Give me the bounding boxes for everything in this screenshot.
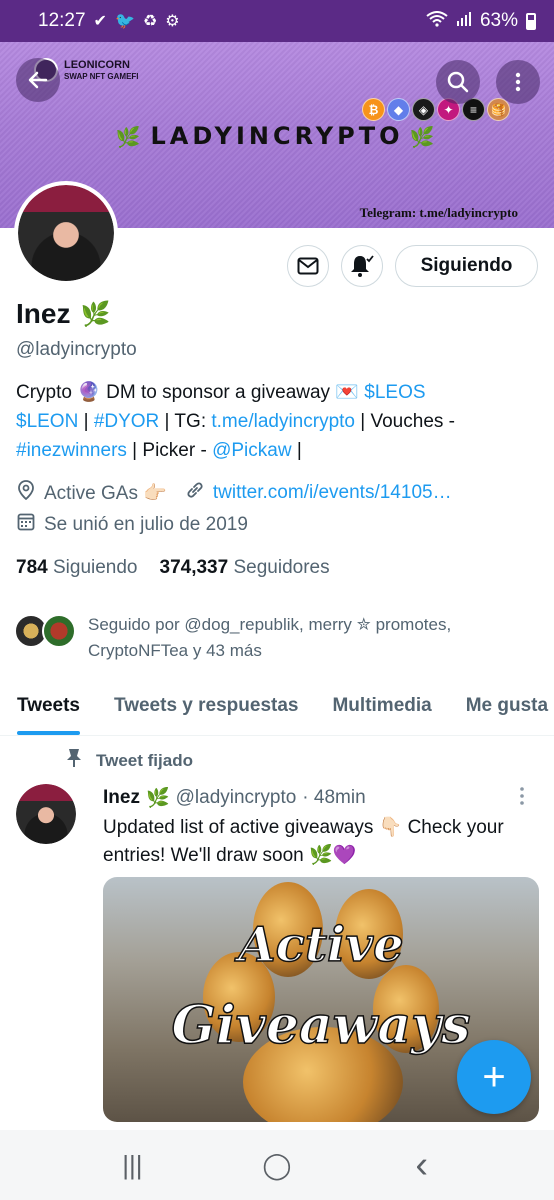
leaf-emoji-icon: 🌿	[80, 300, 111, 328]
profile-joined-date: Se unió en julio de 2019	[44, 513, 248, 535]
profile-handle: @ladyincrypto	[16, 339, 137, 360]
followed-by-avatars	[14, 612, 78, 648]
profile-meta-row: Se unió en julio de 2019	[16, 513, 248, 536]
followers-label: Seguidores	[233, 557, 330, 578]
tweet-author-handle: @ladyincrypto	[175, 787, 297, 808]
profile-stats: 784 Siguiendo 374,337 Seguidores	[16, 557, 330, 579]
profile-location: Active GAs 👉🏻	[44, 482, 167, 504]
mail-icon	[297, 257, 319, 275]
search-button[interactable]	[436, 60, 480, 104]
tweet-timestamp: · 48min	[302, 787, 366, 808]
tweet-text: Updated list of active giveaways 👇🏻 Chec…	[103, 817, 504, 866]
profile-tabs: Tweets Tweets y respuestas Multimedia Me…	[0, 676, 554, 736]
bell-check-icon	[351, 255, 374, 277]
tab-likes[interactable]: Me gusta	[449, 676, 554, 735]
crypto-coin-icon: 🥞	[487, 98, 510, 121]
back-button[interactable]	[16, 58, 60, 102]
avatar-image	[16, 784, 76, 844]
notifications-button[interactable]	[341, 245, 383, 287]
crypto-coin-icon: ◈	[412, 98, 435, 121]
location-pin-icon	[16, 480, 36, 505]
leaf-icon: 🌿	[115, 125, 145, 149]
twitter-icon: 🐦	[114, 13, 135, 30]
following-count: 784	[16, 557, 48, 578]
profile-display-name: Inez 🌿	[16, 298, 110, 330]
search-icon	[447, 71, 469, 93]
profile-meta-row: Active GAs 👉🏻 twitter.com/i/events/14105…	[16, 480, 452, 505]
coin-icons: ₿ ◆ ◈ ✦ ≡ 🥞	[362, 98, 510, 121]
followers-count-link[interactable]: 374,337 Seguidores	[160, 557, 330, 579]
banner-telegram: Telegram: t.me/ladyincrypto	[359, 205, 518, 220]
media-caption-line1: Active	[238, 916, 405, 974]
profile-bio: Crypto 🔮 DM to sponsor a giveaway 💌 $LEO…	[16, 378, 541, 465]
status-bar: 12:27 ✔ 🐦 ♻ ⚙ 63%	[0, 0, 554, 42]
pinned-label-text: Tweet fijado	[96, 750, 193, 770]
back-nav-button[interactable]: ‹	[392, 1144, 452, 1187]
bio-text: | Picker -	[126, 440, 213, 461]
tweet-more-button[interactable]	[518, 786, 526, 806]
bio-text: | TG:	[159, 411, 212, 432]
following-button[interactable]: Siguiendo	[395, 245, 538, 287]
profile-name-text: Inez	[16, 298, 71, 329]
brand-name: LEONICORN	[64, 58, 130, 71]
more-options-button[interactable]	[496, 60, 540, 104]
calendar-icon	[16, 513, 36, 536]
recycle-icon: ♻	[142, 13, 158, 30]
vertical-dots-icon	[515, 72, 521, 92]
status-left: 12:27 ✔ 🐦 ♻ ⚙	[38, 10, 180, 32]
following-label: Siguiendo	[52, 557, 138, 578]
leaf-emoji-icon: 🌿	[145, 788, 170, 809]
bio-hashtag-dyor[interactable]: #DYOR	[94, 411, 159, 432]
pinned-label: Tweet fijado	[66, 748, 193, 773]
avatar	[42, 614, 76, 648]
tweet-header: Inez 🌿 @ladyincrypto · 48min	[103, 786, 366, 810]
arrow-left-icon	[28, 71, 48, 89]
battery-percent: 63%	[479, 10, 518, 31]
wifi-icon	[426, 10, 448, 32]
pin-icon	[66, 748, 82, 773]
recents-button[interactable]: |||	[102, 1150, 162, 1181]
bio-hashtag-winners[interactable]: #inezwinners	[16, 440, 127, 461]
verified-icon: ✔	[93, 13, 107, 30]
tab-media[interactable]: Multimedia	[315, 676, 448, 735]
system-nav-bar: ||| ◯ ‹	[0, 1130, 554, 1200]
bio-telegram-link[interactable]: t.me/ladyincrypto	[211, 411, 355, 432]
battery-icon	[526, 12, 536, 30]
crypto-coin-icon: ◆	[387, 98, 410, 121]
crypto-coin-icon: ₿	[362, 98, 385, 121]
bio-text: |	[291, 440, 302, 461]
vertical-dots-icon	[520, 787, 524, 805]
status-time: 12:27	[38, 10, 86, 31]
avatar-image	[18, 185, 114, 281]
compose-tweet-button[interactable]: +	[457, 1040, 531, 1114]
following-count-link[interactable]: 784 Siguiendo	[16, 557, 138, 579]
bio-text: Crypto 🔮 DM to sponsor a giveaway 💌	[16, 382, 365, 403]
tab-tweets[interactable]: Tweets	[0, 676, 97, 735]
bio-mention-pickaw[interactable]: @Pickaw	[212, 440, 291, 461]
bio-text: | Vouches -	[355, 411, 455, 432]
message-button[interactable]	[287, 245, 329, 287]
home-button[interactable]: ◯	[247, 1150, 307, 1181]
followers-count: 374,337	[159, 557, 229, 578]
profile-avatar[interactable]	[14, 181, 118, 285]
brand-subtitle: SWAP NFT GAMEFI	[64, 71, 139, 81]
settings-icon: ⚙	[165, 13, 180, 30]
profile-website-link[interactable]: twitter.com/i/events/14105…	[213, 482, 452, 504]
bio-cashtag-leon[interactable]: $LEON	[16, 411, 78, 432]
plus-icon: +	[482, 1054, 506, 1099]
bio-cashtag-leos[interactable]: $LEOS	[364, 382, 425, 403]
brand-text: LEONICORN SWAP NFT GAMEFI	[64, 58, 139, 81]
status-right: 63%	[426, 10, 536, 32]
followed-by-section[interactable]: Seguido por @dog_republik, merry ✮ promo…	[14, 612, 508, 664]
leaf-icon: 🌿	[409, 125, 439, 149]
followed-by-text: Seguido por @dog_republik, merry ✮ promo…	[88, 615, 452, 660]
tweet-author-name[interactable]: Inez	[103, 787, 140, 809]
tweet-avatar[interactable]	[16, 784, 76, 844]
bio-text: |	[78, 411, 94, 432]
tab-tweets-replies[interactable]: Tweets y respuestas	[97, 676, 315, 735]
banner-title: 🌿 LADYINCRYPTO 🌿	[0, 122, 554, 150]
link-icon	[185, 480, 205, 505]
banner-title-text: LADYINCRYPTO	[150, 122, 404, 150]
signal-icon	[456, 11, 472, 32]
